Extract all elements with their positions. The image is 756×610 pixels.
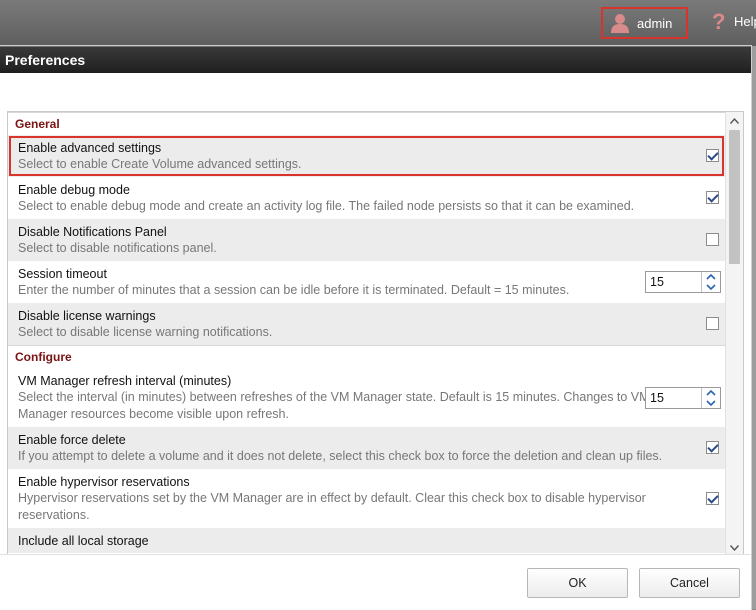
- preference-row: VM Manager refresh interval (minutes) Sel…: [8, 368, 725, 427]
- ok-button[interactable]: OK: [527, 568, 628, 598]
- scrollbar[interactable]: [725, 112, 743, 557]
- scroll-up-button[interactable]: [726, 114, 743, 128]
- preference-description: Select to enable Create Volume advanced …: [18, 157, 302, 171]
- help-icon: ?: [712, 10, 725, 32]
- spinner-down-button[interactable]: [702, 282, 720, 292]
- svg-text:?: ?: [712, 10, 725, 32]
- preference-description: Select to enable debug mode and create a…: [18, 199, 635, 213]
- spinner-arrows: [701, 272, 720, 292]
- number-spinner: 15: [645, 386, 721, 409]
- chevron-up-icon: [730, 118, 739, 124]
- preference-description: Select the interval (in minutes) between…: [18, 390, 650, 421]
- dialog-title-bar[interactable]: Preferences: [0, 46, 751, 73]
- spinner-arrows: [701, 387, 720, 408]
- preference-checkbox[interactable]: [706, 233, 719, 246]
- preference-description: Enter the number of minutes that a sessi…: [18, 283, 570, 297]
- preference-checkbox[interactable]: [706, 491, 719, 505]
- preference-checkbox[interactable]: [706, 317, 719, 330]
- preferences-dialog: Preferences General Enable advanced setti…: [0, 46, 751, 610]
- preference-title: Disable Notifications Panel: [18, 225, 167, 239]
- scroll-down-button[interactable]: [726, 541, 743, 555]
- preference-title: Enable debug mode: [18, 183, 130, 197]
- help-menu[interactable]: ? Help: [710, 10, 756, 32]
- preference-row: Enable force delete If you attempt to del…: [8, 427, 725, 469]
- preference-title: Enable advanced settings: [18, 141, 162, 155]
- spinner-down-button[interactable]: [702, 398, 720, 408]
- section-header: General: [8, 112, 725, 135]
- user-menu[interactable]: admin: [601, 7, 688, 39]
- preference-row: Enable hypervisor reservations Hypervisor…: [8, 469, 725, 528]
- preference-description: If you attempt to delete a volume and it…: [18, 449, 663, 463]
- chevron-down-icon: [730, 545, 739, 551]
- spinner-value-input[interactable]: 15: [646, 388, 701, 408]
- preference-row: Disable Notifications Panel Select to dis…: [8, 219, 725, 261]
- preference-description: Select to disable notifications panel.: [18, 241, 217, 255]
- cancel-button[interactable]: Cancel: [639, 568, 740, 598]
- section-header: Configure: [8, 345, 725, 368]
- preference-checkbox[interactable]: [706, 191, 719, 204]
- preference-row: Include all local storage: [8, 528, 725, 553]
- preference-checkbox[interactable]: [706, 149, 719, 162]
- preference-description: Hypervisor reservations set by the VM Ma…: [18, 491, 646, 522]
- chevron-down-icon: [706, 399, 716, 406]
- spinner-up-button[interactable]: [702, 388, 720, 398]
- preference-title: Enable force delete: [18, 433, 126, 447]
- preferences-list: General Enable advanced settings Select to…: [8, 112, 725, 553]
- preference-title: Session timeout: [18, 267, 107, 281]
- scrollbar-thumb[interactable]: [729, 130, 740, 264]
- preference-row: Disable license warnings Select to disabl…: [8, 303, 725, 345]
- help-label: Help: [734, 13, 756, 29]
- preference-row: Session timeout Enter the number of minut…: [8, 261, 725, 303]
- user-name: admin: [637, 15, 673, 31]
- number-spinner: 15: [645, 271, 721, 293]
- preference-title: VM Manager refresh interval (minutes): [18, 374, 232, 388]
- spinner-up-button[interactable]: [702, 272, 720, 282]
- chevron-up-icon: [706, 389, 716, 396]
- dialog-footer: OK Cancel: [0, 554, 751, 610]
- preference-title: Disable license warnings: [18, 309, 156, 323]
- app-top-bar: admin ? Help: [0, 0, 756, 46]
- chevron-up-icon: [706, 274, 716, 280]
- dialog-title: Preferences: [5, 52, 86, 68]
- chevron-down-icon: [706, 284, 716, 290]
- preference-checkbox[interactable]: [706, 441, 719, 454]
- user-icon: [611, 14, 629, 33]
- spinner-value-input[interactable]: 15: [646, 272, 701, 292]
- preference-row: Enable debug mode Select to enable debug …: [8, 177, 725, 219]
- preferences-panel: General Enable advanced settings Select to…: [7, 111, 744, 558]
- preference-title: Include all local storage: [18, 534, 149, 548]
- background-edge: [751, 46, 756, 609]
- preference-description: Select to disable license warning notifi…: [18, 325, 273, 339]
- preference-title: Enable hypervisor reservations: [18, 475, 190, 489]
- preference-row: Enable advanced settings Select to enable…: [8, 135, 725, 177]
